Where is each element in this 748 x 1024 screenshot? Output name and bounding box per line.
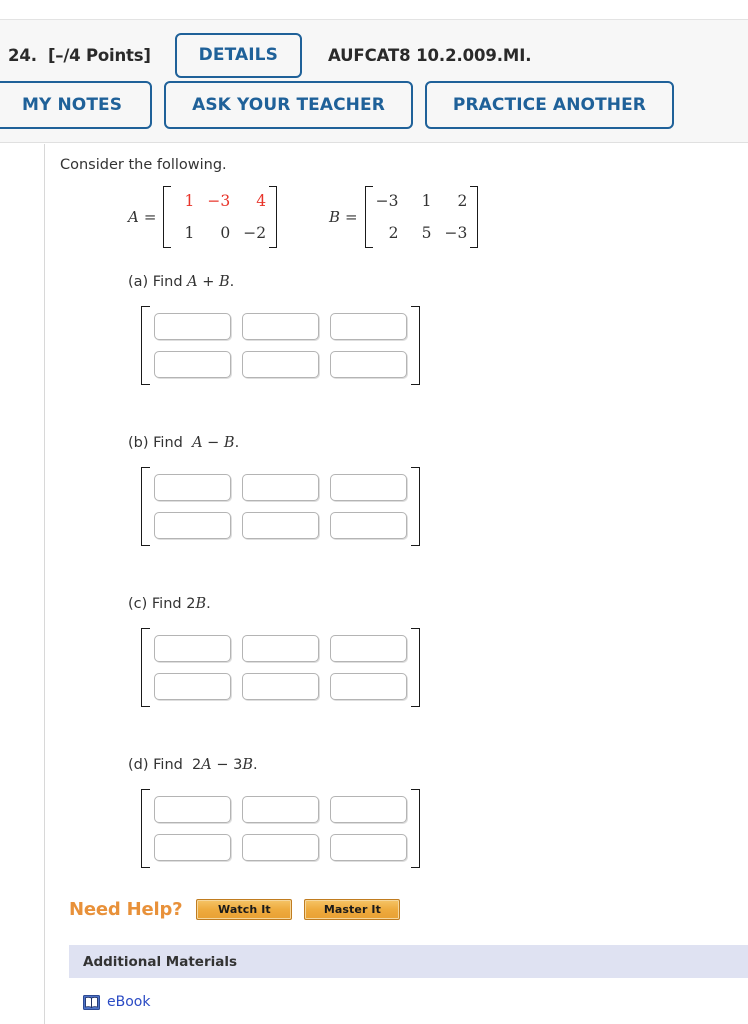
matrix-b-label: B	[329, 208, 341, 226]
part-d-input-1-2[interactable]	[330, 834, 407, 861]
matrix-a-grid: 1 −3 4 1 0 −2	[174, 192, 267, 242]
part-c-answer-grid	[154, 635, 407, 700]
part-b-input-1-1[interactable]	[242, 512, 319, 539]
part-a-answer-matrix	[141, 306, 420, 385]
ebook-row[interactable]: eBook	[83, 994, 150, 1010]
my-notes-button[interactable]: MY NOTES	[0, 81, 153, 129]
question-number: 24.	[8, 45, 37, 65]
part-b-input-1-2[interactable]	[330, 512, 407, 539]
matrix-a-cell-1-0: 1	[184, 224, 195, 242]
question-header-row-primary: 24. [–/4 Points] DETAILS AUFCAT8 10.2.00…	[0, 29, 532, 81]
part-b-input-0-1[interactable]	[242, 474, 319, 501]
part-b-answer-grid	[154, 474, 407, 539]
part-d-input-0-1[interactable]	[242, 796, 319, 823]
matrix-b: B = −3 1 2 2 5 −3	[329, 186, 479, 248]
matrix-b-cell-0-2: 2	[457, 192, 468, 210]
given-matrices: A = 1 −3 4 1 0 −2 B = −3 1 2 2 5 −3	[45, 186, 485, 258]
details-button[interactable]: DETAILS	[174, 32, 302, 78]
part-b-input-1-0[interactable]	[154, 512, 231, 539]
matrix-a-equals: =	[143, 208, 157, 226]
part-c-input-0-2[interactable]	[330, 635, 407, 662]
matrix-a-cell-0-0: 1	[184, 192, 195, 210]
matrix-b-cell-0-1: 1	[421, 192, 432, 210]
top-strip	[0, 0, 748, 20]
matrix-b-cell-1-0: 2	[388, 224, 399, 242]
additional-materials-header: Additional Materials	[69, 945, 748, 978]
question-body: Consider the following. A = 1 −3 4 1 0 −2 B =…	[45, 144, 748, 1024]
part-c-input-1-1[interactable]	[242, 673, 319, 700]
matrix-b-cell-0-0: −3	[375, 192, 399, 210]
part-c-input-0-0[interactable]	[154, 635, 231, 662]
part-a-input-1-2[interactable]	[330, 351, 407, 378]
question-code: AUFCAT8 10.2.009.MI.	[327, 45, 532, 65]
additional-materials-body: eBook	[69, 978, 748, 1024]
part-a-input-1-1[interactable]	[242, 351, 319, 378]
part-a-input-0-0[interactable]	[154, 313, 231, 340]
matrix-b-equals: =	[345, 208, 358, 226]
question-header: 24. [–/4 Points] DETAILS AUFCAT8 10.2.00…	[0, 20, 748, 143]
matrix-b-cell-1-1: 5	[421, 224, 432, 242]
part-b-input-0-2[interactable]	[330, 474, 407, 501]
points-badge: [–/4 Points]	[47, 45, 151, 65]
need-help-section: Need Help? Watch It Master It	[69, 899, 412, 920]
part-c-input-1-2[interactable]	[330, 673, 407, 700]
part-d-input-0-2[interactable]	[330, 796, 407, 823]
ebook-link[interactable]: eBook	[107, 994, 150, 1010]
ask-your-teacher-button[interactable]: ASK YOUR TEACHER	[164, 81, 413, 129]
part-c-answer-matrix	[141, 628, 420, 707]
part-c-input-0-1[interactable]	[242, 635, 319, 662]
watch-it-button[interactable]: Watch It	[196, 899, 293, 920]
intro-text: Consider the following.	[60, 157, 227, 173]
part-b-input-0-0[interactable]	[154, 474, 231, 501]
matrix-a-cell-1-2: −2	[243, 224, 267, 242]
matrix-b-bracket: −3 1 2 2 5 −3	[364, 186, 479, 248]
part-c-input-1-0[interactable]	[154, 673, 231, 700]
part-d-answer-matrix	[141, 789, 420, 868]
ebook-icon	[83, 994, 100, 1010]
part-d-input-1-1[interactable]	[242, 834, 319, 861]
practice-another-button[interactable]: PRACTICE ANOTHER	[424, 81, 674, 129]
part-b-answer-matrix	[141, 467, 420, 546]
part-c-label: (c) Find 2B.	[128, 596, 211, 612]
matrix-a-cell-1-1: 0	[220, 224, 231, 242]
part-d-answer-grid	[154, 796, 407, 861]
additional-materials-title: Additional Materials	[83, 953, 238, 970]
master-it-button[interactable]: Master It	[304, 899, 401, 920]
matrix-a: A = 1 −3 4 1 0 −2	[128, 186, 277, 248]
part-a-input-0-2[interactable]	[330, 313, 407, 340]
question-header-row-actions: MY NOTES ASK YOUR TEACHER PRACTICE ANOTH…	[0, 81, 674, 129]
need-help-label: Need Help?	[69, 899, 183, 920]
matrix-b-grid: −3 1 2 2 5 −3	[376, 192, 468, 242]
matrix-a-cell-0-1: −3	[207, 192, 231, 210]
part-d-input-0-0[interactable]	[154, 796, 231, 823]
part-d-input-1-0[interactable]	[154, 834, 231, 861]
matrix-a-label: A	[128, 208, 139, 226]
matrix-b-cell-1-2: −3	[444, 224, 468, 242]
part-d-label: (d) Find 2A − 3B.	[128, 757, 258, 773]
assignment-page: 24. [–/4 Points] DETAILS AUFCAT8 10.2.00…	[0, 0, 748, 1024]
part-a-input-0-1[interactable]	[242, 313, 319, 340]
part-a-input-1-0[interactable]	[154, 351, 231, 378]
part-b-label: (b) Find A − B.	[128, 435, 240, 451]
part-a-label: (a) Find A + B.	[128, 274, 235, 290]
matrix-a-cell-0-2: 4	[256, 192, 267, 210]
part-a-answer-grid	[154, 313, 407, 378]
matrix-a-bracket: 1 −3 4 1 0 −2	[163, 186, 277, 248]
